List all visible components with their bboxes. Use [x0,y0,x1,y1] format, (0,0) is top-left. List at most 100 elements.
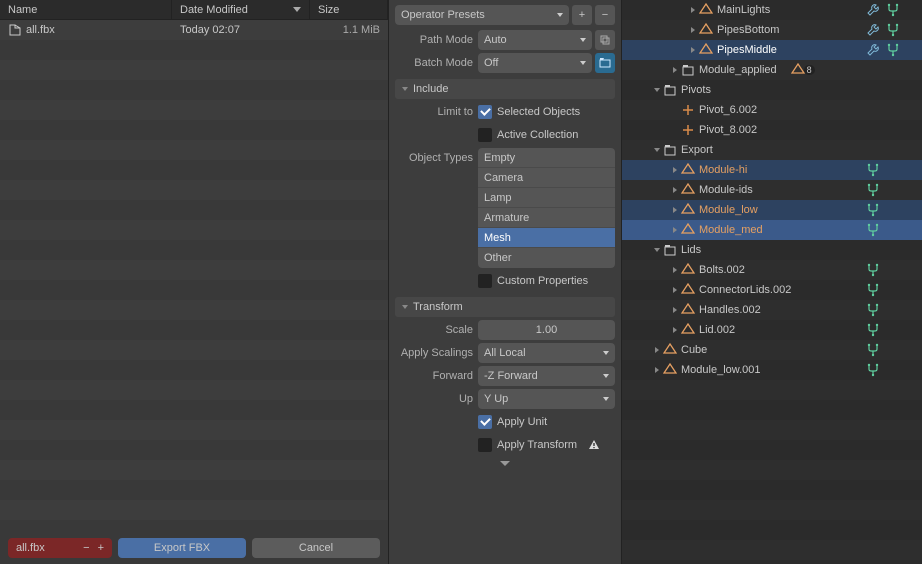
file-browser-panel: Name Date Modified Size all.fbxToday 02:… [0,0,388,564]
cancel-button[interactable]: Cancel [252,538,380,558]
outliner-row[interactable]: MainLights [622,0,922,20]
disclosure-triangle-icon[interactable] [652,366,661,375]
outliner-row[interactable]: Module_low.001 [622,360,922,380]
selected-objects-checkbox[interactable] [478,105,492,119]
disclosure-triangle-icon[interactable] [670,226,679,235]
outliner-row[interactable]: Pivot_6.002 [622,100,922,120]
forward-select[interactable]: -Z Forward [478,366,615,386]
object-type-option[interactable]: Armature [478,208,615,228]
disclosure-triangle-icon[interactable] [670,306,679,315]
disclosure-triangle-icon[interactable] [670,66,679,75]
disclosure-triangle-icon[interactable] [670,286,679,295]
preset-remove-button[interactable]: − [595,5,615,25]
outliner-item-label: Module-ids [699,184,753,196]
path-mode-label: Path Mode [395,34,475,46]
outliner-row[interactable]: Module_med [622,220,922,240]
outliner-row[interactable]: Pivots [622,80,922,100]
outliner-row[interactable]: Pivot_8.002 [622,120,922,140]
object-type-option[interactable]: Lamp [478,188,615,208]
header-size[interactable]: Size [310,0,388,19]
outliner-row[interactable]: Module_low [622,200,922,220]
outliner-row[interactable]: Module_applied8 [622,60,922,80]
disclosure-triangle-icon[interactable] [652,146,661,155]
transform-section-header[interactable]: Transform [395,297,615,317]
outliner-row[interactable]: PipesMiddle [622,40,922,60]
sort-desc-icon [293,7,301,12]
apply-transform-checkbox[interactable] [478,438,492,452]
fork-icon [866,203,880,217]
operator-presets-select[interactable]: Operator Presets [395,5,569,25]
outliner-row[interactable]: Handles.002 [622,300,922,320]
disclosure-triangle-icon[interactable] [670,326,679,335]
chevron-down-icon [603,374,609,378]
outliner-row[interactable]: Module-ids [622,180,922,200]
fork-icon [866,343,880,357]
outliner-row[interactable]: Cube [622,340,922,360]
include-section-header[interactable]: Include [395,79,615,99]
apply-scalings-select[interactable]: All Local [478,343,615,363]
outliner-row[interactable]: Lids [622,240,922,260]
outliner-row[interactable]: Lid.002 [622,320,922,340]
disclosure-triangle-icon[interactable] [652,346,661,355]
header-date[interactable]: Date Modified [172,0,310,19]
apply-unit-checkbox[interactable] [478,415,492,429]
outliner-row[interactable]: PipesBottom [622,20,922,40]
outliner-item-label: Pivots [681,84,711,96]
disclosure-triangle-icon[interactable] [670,186,679,195]
object-type-option[interactable]: Empty [478,148,615,168]
outliner-item-label: Module-hi [699,164,747,176]
mesh-icon [663,343,677,357]
outliner-row[interactable]: Export [622,140,922,160]
file-list[interactable]: all.fbxToday 02:071.1 MiB [0,20,388,532]
object-type-option[interactable]: Camera [478,168,615,188]
up-label: Up [395,393,475,405]
batch-own-dir-button[interactable] [595,53,615,73]
scale-label: Scale [395,324,475,336]
chevron-down-icon [580,38,586,42]
disclosure-triangle-icon[interactable] [670,166,679,175]
custom-properties-checkbox[interactable] [478,274,492,288]
header-name[interactable]: Name [0,0,172,19]
disclosure-triangle-icon[interactable] [688,46,697,55]
disclosure-triangle-icon[interactable] [670,106,679,115]
col-icon [681,63,695,77]
batch-mode-select[interactable]: Off [478,53,592,73]
export-button[interactable]: Export FBX [118,538,246,558]
file-browser-header: Name Date Modified Size [0,0,388,20]
disclosure-triangle-icon[interactable] [670,126,679,135]
chevron-down-icon [603,351,609,355]
outliner-row[interactable]: ConnectorLids.002 [622,280,922,300]
scale-input[interactable]: 1.00 [478,320,615,340]
file-icon [8,23,22,37]
preset-add-button[interactable]: + [572,5,592,25]
forward-label: Forward [395,370,475,382]
path-mode-select[interactable]: Auto [478,30,592,50]
col-icon [663,143,677,157]
object-type-option[interactable]: Mesh [478,228,615,248]
object-type-option[interactable]: Other [478,248,615,268]
mesh-icon [681,183,695,197]
active-collection-checkbox[interactable] [478,128,492,142]
outliner-row[interactable]: Bolts.002 [622,260,922,280]
path-mode-copy-button[interactable] [595,30,615,50]
disclosure-triangle-icon[interactable] [670,266,679,275]
outliner-panel[interactable]: MainLightsPipesBottomPipesMiddleModule_a… [622,0,922,564]
filename-input[interactable]: all.fbx −+ [8,538,112,558]
minus-icon[interactable]: − [83,542,89,554]
apply-transform-label: Apply Transform [497,439,577,451]
disclosure-triangle-icon[interactable] [670,206,679,215]
mesh-icon [681,323,695,337]
col-icon [663,83,677,97]
active-collection-label: Active Collection [497,129,578,141]
chevron-down-icon[interactable] [500,461,510,466]
mesh-icon [791,63,805,77]
file-row[interactable]: all.fbxToday 02:071.1 MiB [0,20,388,40]
disclosure-triangle-icon[interactable] [688,6,697,15]
disclosure-triangle-icon[interactable] [652,86,661,95]
file-date: Today 02:07 [172,24,310,36]
plus-icon[interactable]: + [98,542,104,554]
disclosure-triangle-icon[interactable] [652,246,661,255]
up-select[interactable]: Y Up [478,389,615,409]
outliner-row[interactable]: Module-hi [622,160,922,180]
disclosure-triangle-icon[interactable] [688,26,697,35]
